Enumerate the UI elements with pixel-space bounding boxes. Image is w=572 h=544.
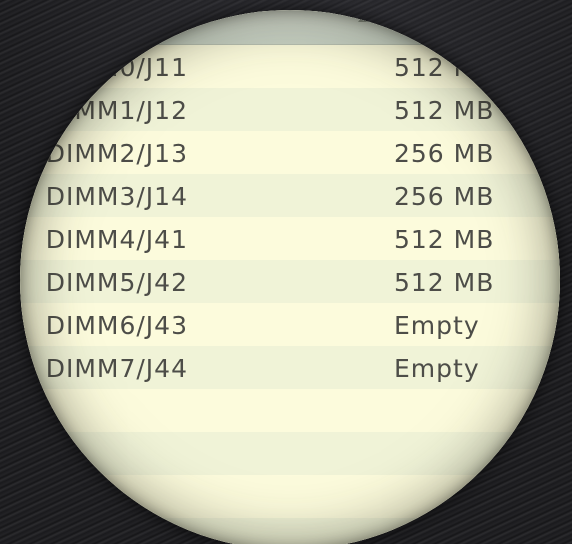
memory-table: DIMM0/J11 512 MB DIMM1/J12 512 MB DIMM2/…	[20, 10, 560, 544]
table-row[interactable]: DIMM2/J13 256 MB	[20, 131, 560, 174]
memory-size: 512 MB	[394, 225, 495, 254]
table-row[interactable]	[20, 475, 560, 518]
table-row[interactable]: DIMM4/J41 512 MB	[20, 217, 560, 260]
memory-size: 512 MB	[394, 268, 495, 297]
table-header[interactable]	[20, 10, 560, 45]
memory-size: 256 MB	[394, 139, 495, 168]
table-row[interactable]	[20, 432, 560, 475]
memory-slot: DIMM6/J43	[45, 311, 188, 340]
table-row[interactable]: DIMM5/J42 512 MB	[20, 260, 560, 303]
memory-slot: DIMM7/J44	[45, 354, 188, 383]
memory-slot: DIMM3/J14	[45, 182, 188, 211]
memory-slot: DIMM5/J42	[45, 268, 188, 297]
memory-slot: DIMM1/J12	[45, 96, 188, 125]
table-row[interactable]	[20, 518, 560, 544]
table-row[interactable]: DIMM3/J14 256 MB	[20, 174, 560, 217]
table-row[interactable]: DIMM7/J44 Empty	[20, 346, 560, 389]
memory-size: Empty	[394, 311, 480, 340]
memory-slot: DIMM4/J41	[45, 225, 188, 254]
table-row[interactable]: DIMM6/J43 Empty	[20, 303, 560, 346]
memory-slot: DIMM0/J11	[45, 53, 188, 82]
memory-size: 512 MB	[394, 53, 495, 82]
sort-ascending-icon	[358, 14, 370, 22]
memory-slot: DIMM2/J13	[45, 139, 188, 168]
magnifier-lens: DIMM0/J11 512 MB DIMM1/J12 512 MB DIMM2/…	[20, 10, 560, 544]
table-row[interactable]: DIMM0/J11 512 MB	[20, 45, 560, 88]
memory-size: 512 MB	[394, 96, 495, 125]
memory-size: 256 MB	[394, 182, 495, 211]
table-row[interactable]	[20, 389, 560, 432]
table-body: DIMM0/J11 512 MB DIMM1/J12 512 MB DIMM2/…	[20, 45, 560, 544]
table-row[interactable]: DIMM1/J12 512 MB	[20, 88, 560, 131]
memory-size: Empty	[394, 354, 480, 383]
